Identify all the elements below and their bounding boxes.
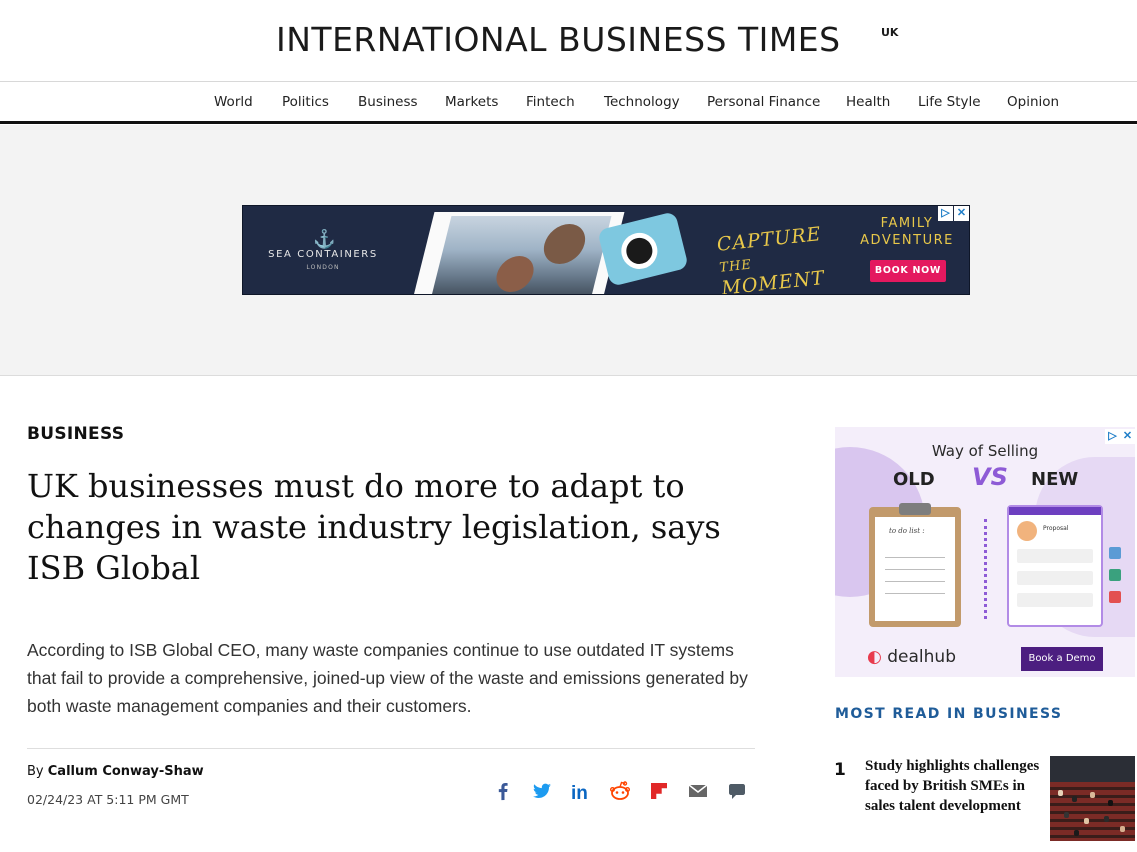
site-logo[interactable]: INTERNATIONAL BUSINESS TIMES [276, 20, 841, 59]
ad-vs-label: VS [972, 463, 1008, 491]
byline-prefix: By [27, 764, 44, 779]
most-read-rank: 1 [834, 760, 846, 780]
article-lede: According to ISB Global CEO, many waste … [27, 640, 748, 716]
most-read-thumbnail[interactable] [1050, 756, 1135, 841]
ad-title: Way of Selling [931, 442, 1039, 460]
clipboard-illustration: to do list : [869, 503, 961, 627]
linkedin-icon[interactable]: in [568, 778, 594, 804]
nav-item-health[interactable]: Health [846, 94, 890, 110]
adchoices-icon[interactable]: ▷ [1105, 429, 1120, 444]
dealhub-logo: ◐ dealhub [867, 647, 956, 667]
nav-item-world[interactable]: World [214, 94, 253, 110]
adchoices-icon[interactable]: ▷ [938, 206, 953, 221]
flipboard-icon[interactable] [646, 778, 672, 804]
reddit-icon[interactable] [607, 778, 633, 804]
book-now-button[interactable]: BOOK NOW [870, 260, 946, 282]
masthead: INTERNATIONAL BUSINESS TIMES UK [0, 0, 1137, 82]
svg-text:in: in [571, 783, 588, 804]
close-icon[interactable]: ✕ [1120, 429, 1135, 444]
email-icon[interactable] [685, 778, 711, 804]
sidebar-ad[interactable]: Way of Selling OLD VS NEW to do list : P… [835, 427, 1135, 677]
nav-item-life-style[interactable]: Life Style [918, 94, 981, 110]
nav-item-markets[interactable]: Markets [445, 94, 498, 110]
facebook-icon[interactable] [490, 778, 516, 804]
publish-timestamp: 02/24/23 AT 5:11 PM GMT [27, 792, 189, 807]
comment-icon[interactable] [724, 778, 750, 804]
anchor-icon: ⚓ [313, 229, 336, 249]
ad-old-label: OLD [893, 469, 935, 490]
tablet-illustration: Proposal [1007, 505, 1103, 627]
ad-brand-sub: LONDON [306, 264, 340, 271]
nav-item-opinion[interactable]: Opinion [1007, 94, 1059, 110]
leaderboard-ad[interactable]: ⚓ SEA CONTAINERS LONDON CAPTURE THE MOME… [242, 205, 970, 295]
ad-headline: CAPTURE THE MOMENT [715, 223, 826, 295]
ad-new-label: NEW [1031, 469, 1079, 490]
ad-photo [411, 212, 625, 294]
twitter-icon[interactable] [529, 778, 555, 804]
book-demo-button[interactable]: Book a Demo [1021, 647, 1103, 671]
nav-item-fintech[interactable]: Fintech [526, 94, 575, 110]
section-label[interactable]: BUSINESS [27, 424, 124, 444]
author-link[interactable]: Callum Conway-Shaw [48, 764, 204, 779]
edition-label[interactable]: UK [881, 26, 898, 39]
nav-item-technology[interactable]: Technology [604, 94, 680, 110]
byline: By Callum Conway-Shaw [27, 764, 204, 779]
most-read-heading: MOST READ IN BUSINESS [835, 706, 1063, 722]
nav-item-business[interactable]: Business [358, 94, 418, 110]
ad-decoration [984, 519, 987, 619]
main-nav: World Politics Business Markets Fintech … [0, 82, 1137, 124]
most-read-item-link[interactable]: Study highlights challenges faced by Bri… [865, 756, 1045, 816]
close-icon[interactable]: ✕ [954, 206, 969, 221]
ad-brand: SEA CONTAINERS [268, 249, 378, 260]
top-ad-slot: ⚓ SEA CONTAINERS LONDON CAPTURE THE MOME… [0, 125, 1137, 376]
divider [27, 748, 755, 749]
ad-side-icons [1109, 547, 1121, 613]
article-headline: UK businesses must do more to adapt to c… [27, 467, 721, 587]
nav-item-personal-finance[interactable]: Personal Finance [707, 94, 820, 110]
nav-item-politics[interactable]: Politics [282, 94, 329, 110]
